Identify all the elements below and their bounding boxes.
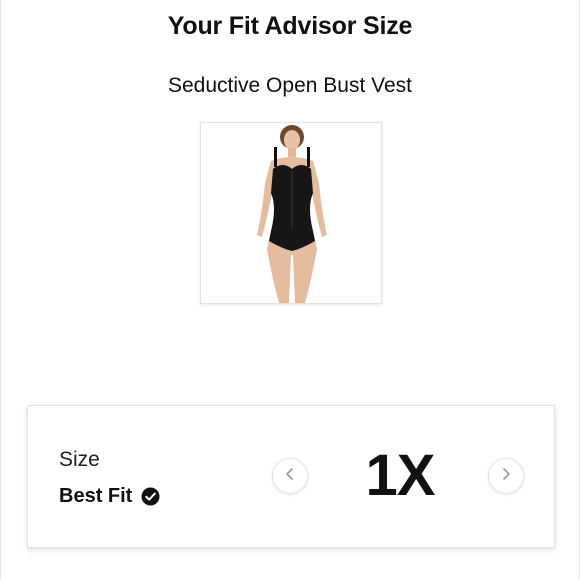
page-title: Your Fit Advisor Size <box>167 12 413 40</box>
chevron-left-icon <box>283 467 297 486</box>
chevron-right-icon <box>499 467 513 486</box>
size-label: Size <box>59 448 100 471</box>
product-name: Seductive Open Bust Vest <box>168 74 412 97</box>
best-fit: Best Fit <box>59 485 160 508</box>
product-image <box>200 122 382 304</box>
best-fit-label: Best Fit <box>59 485 133 507</box>
size-value: 1X <box>365 443 436 508</box>
fit-advisor-page: Your Fit Advisor Size Seductive Open Bus… <box>0 0 580 580</box>
check-circle-icon <box>141 487 160 506</box>
next-size-button[interactable] <box>488 458 524 494</box>
previous-size-button[interactable] <box>272 458 308 494</box>
size-card: Size Best Fit 1X <box>27 405 555 548</box>
